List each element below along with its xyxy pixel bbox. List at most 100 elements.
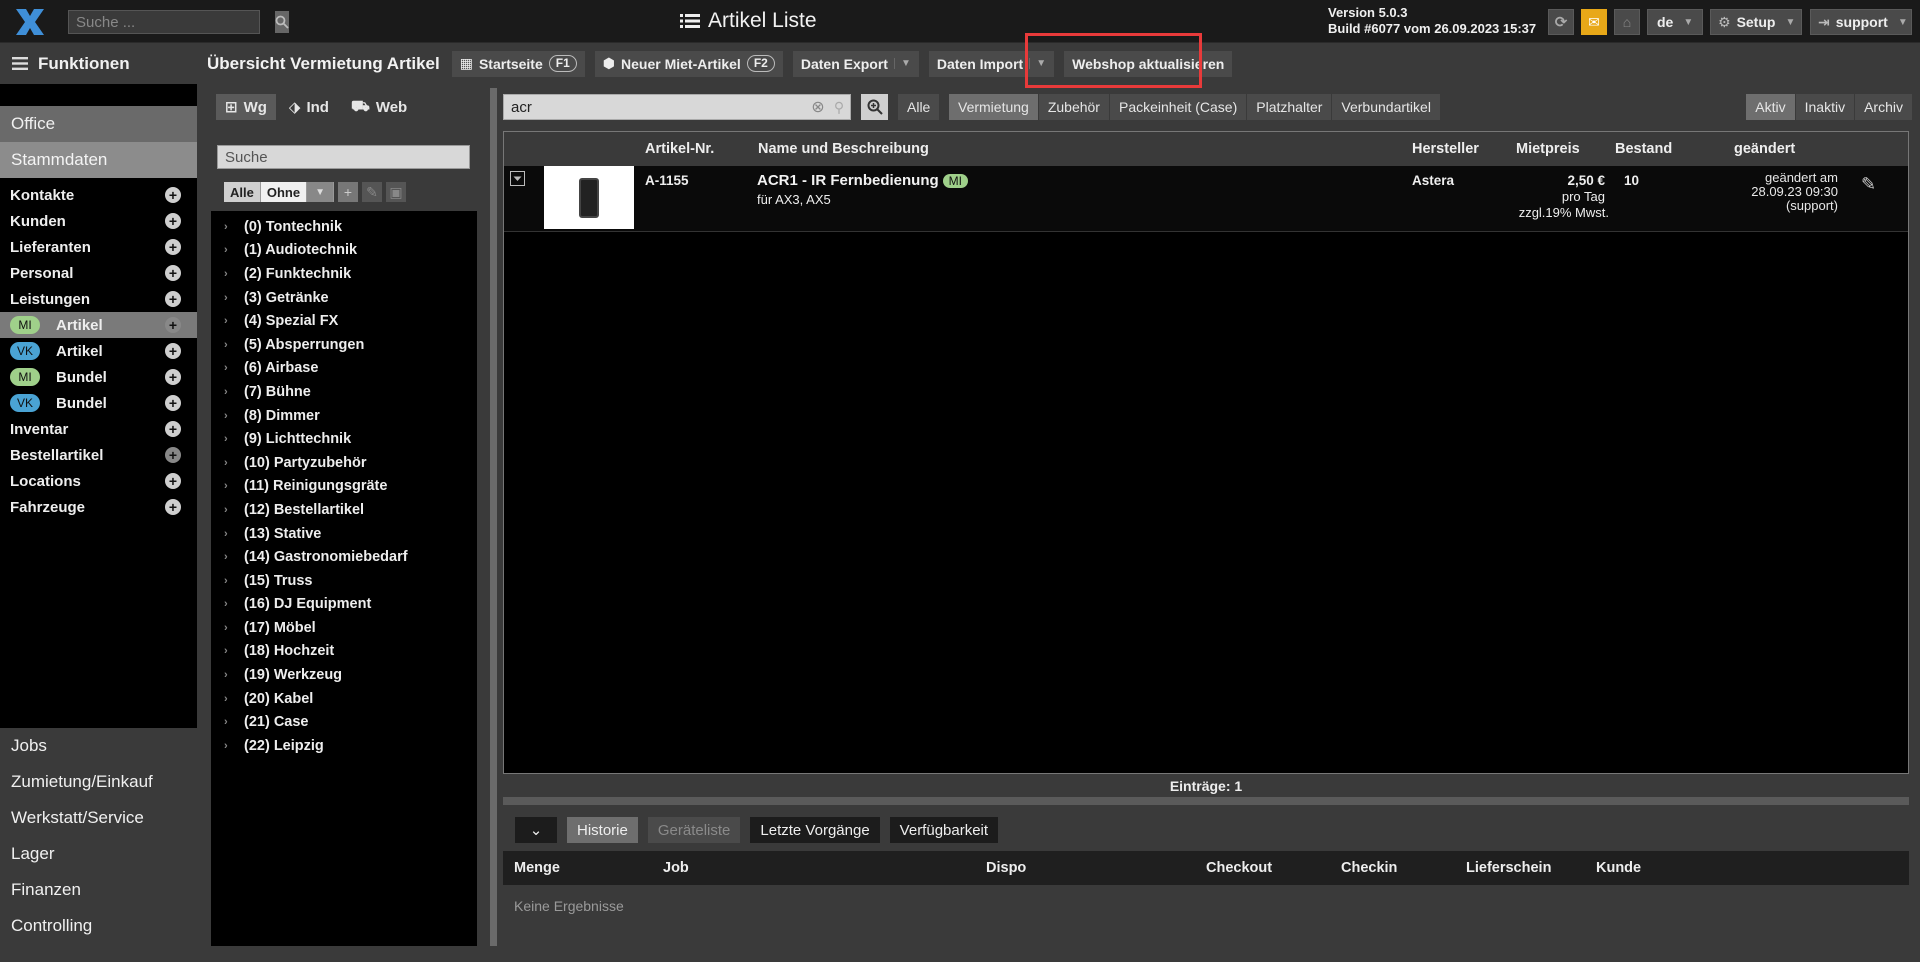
article-thumbnail[interactable] [544, 166, 634, 229]
sidebar-item-personal[interactable]: Personal + [0, 260, 197, 286]
category-item[interactable]: › (20) Kabel [211, 687, 477, 711]
category-item[interactable]: › (0) Tontechnik [211, 215, 477, 239]
functions-menu-toggle[interactable]: Funktionen [0, 43, 197, 84]
add-icon[interactable]: + [165, 239, 181, 255]
new-rental-article-button[interactable]: ⬢ Neuer Miet-Artikel F2 [594, 50, 783, 77]
filter-all-button[interactable]: Alle [224, 182, 261, 202]
category-item[interactable]: › (14) Gastronomiebedarf [211, 545, 477, 569]
status-inaktiv[interactable]: Inaktiv [1795, 94, 1856, 120]
chevron-right-icon[interactable]: › [224, 598, 244, 610]
category-item[interactable]: › (16) DJ Equipment [211, 593, 477, 617]
chevron-right-icon[interactable]: › [224, 551, 244, 563]
tab-individuell[interactable]: ⬗ Ind [280, 94, 338, 120]
add-icon[interactable]: + [165, 473, 181, 489]
category-item[interactable]: › (1) Audiotechnik [211, 239, 477, 263]
filter-without-button[interactable]: Ohne [260, 182, 308, 202]
chevron-right-icon[interactable]: › [224, 669, 244, 681]
chevron-right-icon[interactable]: › [224, 315, 244, 327]
sidebar-item-artikel-mi[interactable]: MI Artikel + [0, 312, 197, 338]
clear-icon[interactable]: ⊗ [808, 97, 828, 117]
add-icon[interactable]: + [165, 187, 181, 203]
col-mietpreis[interactable]: Mietpreis [1516, 141, 1580, 157]
chevron-right-icon[interactable]: › [224, 645, 244, 657]
add-icon[interactable]: + [165, 369, 181, 385]
col-geaendert[interactable]: geändert [1734, 141, 1795, 157]
tab-historie[interactable]: Historie [567, 817, 638, 843]
category-item[interactable]: › (19) Werkzeug [211, 663, 477, 687]
type-packeinheit[interactable]: Packeinheit (Case) [1109, 94, 1248, 120]
setup-menu[interactable]: ⚙ Setup ▼ [1710, 9, 1802, 35]
expand-row-icon[interactable] [510, 171, 525, 186]
sidebar-section-finanzen[interactable]: Finanzen [0, 872, 197, 908]
chevron-right-icon[interactable]: › [224, 457, 244, 469]
chevron-right-icon[interactable]: › [224, 575, 244, 587]
col-lieferschein[interactable]: Lieferschein [1466, 860, 1551, 876]
add-icon[interactable]: + [165, 317, 181, 333]
category-item[interactable]: › (10) Partyzubehör [211, 451, 477, 475]
article-search-input[interactable] [504, 95, 808, 119]
col-dispo[interactable]: Dispo [986, 860, 1026, 876]
chevron-right-icon[interactable]: › [224, 339, 244, 351]
chevron-right-icon[interactable]: › [224, 268, 244, 280]
chevron-right-icon[interactable]: › [224, 221, 244, 233]
tab-geraeteliste[interactable]: Geräteliste [647, 817, 741, 843]
col-menge[interactable]: Menge [514, 860, 560, 876]
home-button[interactable]: ⌂ [1614, 9, 1640, 35]
chevron-right-icon[interactable]: › [224, 480, 244, 492]
status-aktiv[interactable]: Aktiv [1746, 94, 1796, 120]
sidebar-item-bundel-mi[interactable]: MI Bundel + [0, 364, 197, 390]
col-hersteller[interactable]: Hersteller [1412, 141, 1479, 157]
category-item[interactable]: › (11) Reinigungsgräte [211, 475, 477, 499]
table-row[interactable]: A-1155 ACR1 - IR Fernbedienung MI für AX3… [504, 166, 1908, 232]
delete-category-icon[interactable]: ▣ [385, 182, 406, 202]
edit-pencil-icon[interactable]: ✎ [1861, 174, 1876, 195]
sidebar-item-kontakte[interactable]: Kontakte + [0, 182, 197, 208]
category-item[interactable]: › (15) Truss [211, 569, 477, 593]
sidebar-item-fahrzeuge[interactable]: Fahrzeuge + [0, 494, 197, 520]
chevron-right-icon[interactable]: › [224, 410, 244, 422]
category-item[interactable]: › (22) Leipzig [211, 734, 477, 758]
category-item[interactable]: › (5) Absperrungen [211, 333, 477, 357]
sidebar-item-locations[interactable]: Locations + [0, 468, 197, 494]
col-kunde[interactable]: Kunde [1596, 860, 1641, 876]
sidebar-item-bundel-vk[interactable]: VK Bundel + [0, 390, 197, 416]
global-search-input[interactable] [69, 11, 275, 33]
chevron-right-icon[interactable]: › [224, 504, 244, 516]
col-checkout[interactable]: Checkout [1206, 860, 1272, 876]
category-search-input[interactable] [218, 146, 469, 168]
type-verbundartikel[interactable]: Verbundartikel [1332, 94, 1441, 120]
chevron-right-icon[interactable]: › [224, 362, 244, 374]
sidebar-item-bestellartikel[interactable]: Bestellartikel + [0, 442, 197, 468]
category-item[interactable]: › (6) Airbase [211, 357, 477, 381]
add-icon[interactable]: + [165, 421, 181, 437]
category-item[interactable]: › (7) Bühne [211, 380, 477, 404]
category-item[interactable]: › (12) Bestellartikel [211, 498, 477, 522]
tab-verfuegbarkeit[interactable]: Verfügbarkeit [889, 817, 999, 843]
language-select[interactable]: de ▼ [1647, 9, 1703, 35]
sidebar-item-artikel-vk[interactable]: VK Artikel + [0, 338, 197, 364]
add-icon[interactable]: + [165, 265, 181, 281]
chevron-right-icon[interactable]: › [224, 292, 244, 304]
article-name[interactable]: ACR1 - IR Fernbedienung [757, 172, 939, 189]
edit-category-icon[interactable]: ✎ [361, 182, 382, 202]
chevron-right-icon[interactable]: › [224, 740, 244, 752]
chevron-right-icon[interactable]: › [224, 244, 244, 256]
chevron-right-icon[interactable]: › [224, 622, 244, 634]
panel-splitter[interactable] [490, 88, 497, 946]
messages-button[interactable]: ✉ [1581, 9, 1607, 35]
sidebar-section-jobs[interactable]: Jobs [0, 728, 197, 764]
type-zubehoer[interactable]: Zubehör [1038, 94, 1110, 120]
category-item[interactable]: › (4) Spezial FX [211, 309, 477, 333]
sidebar-item-lieferanten[interactable]: Lieferanten + [0, 234, 197, 260]
category-item[interactable]: › (13) Stative [211, 522, 477, 546]
category-item[interactable]: › (8) Dimmer [211, 404, 477, 428]
tab-webshop[interactable]: ⛟ Web [342, 94, 416, 120]
sidebar-item-kunden[interactable]: Kunden + [0, 208, 197, 234]
add-icon[interactable]: + [165, 499, 181, 515]
sidebar-item-inventar[interactable]: Inventar + [0, 416, 197, 442]
tab-warengruppen[interactable]: ⊞ Wg [216, 94, 276, 120]
add-icon[interactable]: + [165, 213, 181, 229]
sidebar-section-controlling[interactable]: Controlling [0, 908, 197, 944]
sidebar-section-werkstatt-service[interactable]: Werkstatt/Service [0, 800, 197, 836]
status-archiv[interactable]: Archiv [1855, 94, 1913, 120]
